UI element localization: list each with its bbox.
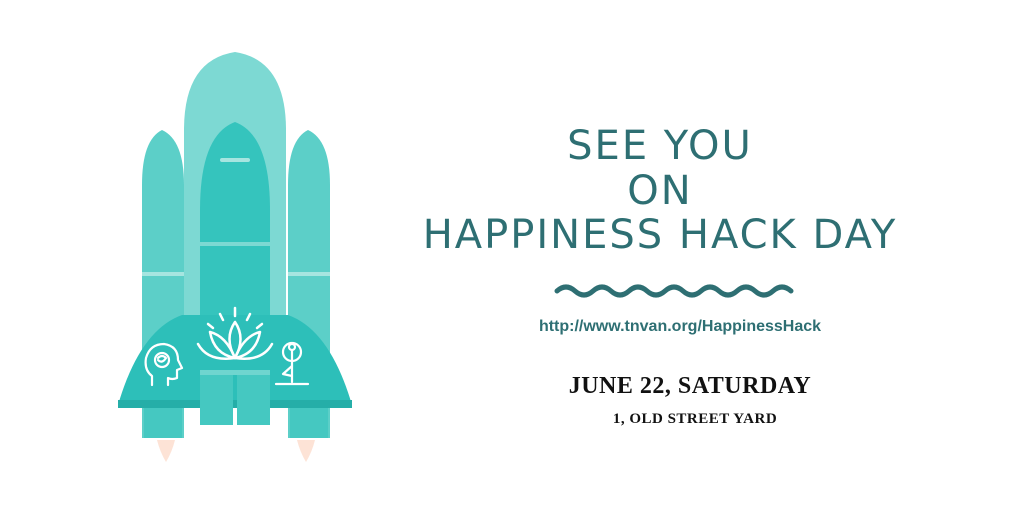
headline-line-3: HAPPINESS HACK DAY: [422, 212, 898, 258]
right-booster-stripe: [288, 272, 330, 276]
main-engine-left: [200, 375, 233, 425]
event-place: 1, OLD STREET YARD: [612, 411, 778, 427]
main-engine-band: [200, 370, 270, 375]
event-url-link[interactable]: http://www.tnvan.org/HappinessHack: [430, 318, 930, 336]
left-flame: [157, 440, 175, 462]
rocket-illustration: [118, 52, 352, 462]
event-date: JUNE 22, SATURDAY: [568, 373, 812, 399]
main-engine-right: [237, 375, 270, 425]
right-nozzle: [290, 406, 328, 438]
left-nozzle: [144, 406, 182, 438]
cockpit-window: [220, 158, 250, 162]
left-booster-stripe: [142, 272, 184, 276]
headline-line-2: ON: [627, 168, 693, 214]
right-flame: [297, 440, 315, 462]
wing-edge: [118, 400, 352, 408]
wave-divider: [554, 284, 794, 298]
orbiter-stripe: [200, 242, 270, 246]
headline-line-1: SEE YOU: [567, 123, 753, 169]
